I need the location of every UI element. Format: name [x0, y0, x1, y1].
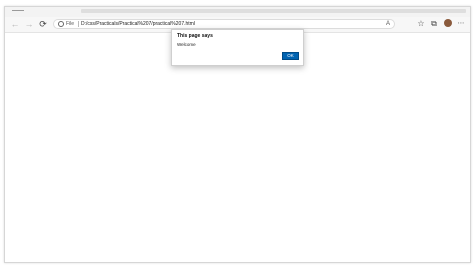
page-content — [5, 33, 470, 262]
ok-button[interactable]: OK — [282, 52, 299, 60]
tab-strip — [5, 7, 470, 17]
more-icon[interactable]: ⋯ — [456, 18, 466, 30]
scheme-label: File — [66, 21, 75, 27]
tab-indicator[interactable] — [12, 10, 24, 11]
profile-avatar[interactable] — [444, 19, 452, 27]
reload-button[interactable]: ⟳ — [37, 18, 49, 30]
forward-button[interactable]: → — [23, 18, 35, 30]
favorites-star-icon[interactable]: ☆ — [415, 18, 427, 30]
dialog-title: This page says — [177, 33, 213, 39]
url-text[interactable]: D:/css/Practicals/Practical%207/practica… — [81, 20, 195, 28]
collections-icon[interactable]: ⧉ — [428, 18, 440, 30]
alert-dialog: This page says Welcome OK — [171, 29, 304, 66]
address-bar[interactable]: File D:/css/Practicals/Practical%207/pra… — [53, 19, 395, 29]
dialog-message: Welcome — [177, 42, 196, 47]
title-bar — [81, 9, 466, 13]
info-icon[interactable] — [58, 21, 64, 27]
address-separator — [78, 21, 79, 27]
read-aloud-icon[interactable]: A — [386, 20, 390, 28]
back-button[interactable]: ← — [9, 18, 21, 30]
